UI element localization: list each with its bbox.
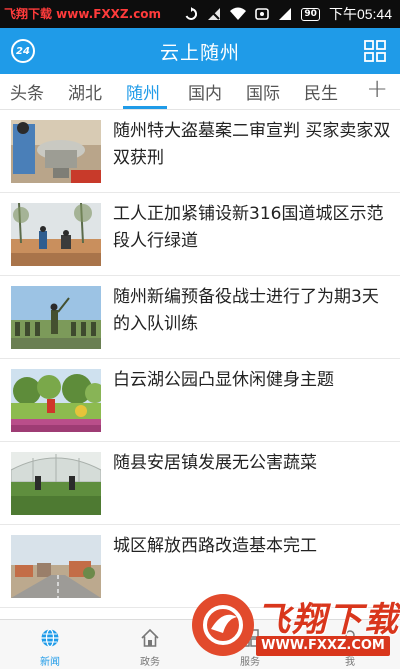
add-tab-button[interactable]: + xyxy=(366,74,388,104)
nav-label: 政务 xyxy=(140,657,160,668)
news-thumbnail xyxy=(11,452,101,515)
signal-icon xyxy=(278,7,292,21)
status-time: 下午05:44 xyxy=(328,6,392,22)
news-title: 城区解放西路改造基本完工 xyxy=(113,536,317,556)
news-thumbnail xyxy=(11,535,101,598)
tab-livelihood[interactable]: 民生 xyxy=(304,79,338,104)
app-title: 云上随州 xyxy=(159,41,240,64)
watermark-url: WWW.FXXZ.COM xyxy=(256,636,390,656)
grid-menu-icon[interactable] xyxy=(364,40,386,62)
nav-news[interactable]: 新闻 xyxy=(0,620,100,669)
news-item[interactable]: 随县安居镇发展无公害蔬菜 xyxy=(0,442,400,525)
watermark-brand: 飞翔下载 xyxy=(256,600,400,640)
tab-international[interactable]: 国际 xyxy=(246,79,280,104)
news-thumbnail xyxy=(11,286,101,349)
news-thumbnail xyxy=(11,369,101,432)
status-icons: 90 下午05:44 xyxy=(184,0,392,28)
news-item[interactable]: 工人正加紧铺设新316国道城区示范段人行绿道 xyxy=(0,193,400,276)
news-item[interactable]: 随州新编预备役战士进行了为期3天的入队训练 xyxy=(0,276,400,359)
battery-icon: 90 xyxy=(301,7,320,21)
watermark-logo xyxy=(192,594,254,656)
news-title: 随县安居镇发展无公害蔬菜 xyxy=(113,453,317,473)
news-title: 工人正加紧铺设新316国道城区示范段人行绿道 xyxy=(113,204,384,251)
status-bar: 飞翔下载 www.FXXZ.com 90 下午05:44 xyxy=(0,0,400,28)
sync-icon xyxy=(184,7,198,21)
download-site-watermark: 飞翔下载 WWW.FXXZ.COM xyxy=(192,588,398,662)
news-item[interactable]: 白云湖公园凸显休闲健身主题 xyxy=(0,359,400,442)
news-title: 随州新编预备役战士进行了为期3天的入队训练 xyxy=(113,287,379,334)
wifi-icon xyxy=(230,7,247,21)
tab-suizhou[interactable]: 随州 xyxy=(126,79,160,104)
news-title: 白云湖公园凸显休闲健身主题 xyxy=(113,370,334,390)
news-title: 随州特大盗墓案二审宣判 买家卖家双双获刑 xyxy=(113,121,391,168)
nav-government[interactable]: 政务 xyxy=(100,620,200,669)
tab-hubei[interactable]: 湖北 xyxy=(68,79,102,104)
home-icon xyxy=(141,628,159,647)
tab-domestic[interactable]: 国内 xyxy=(188,79,222,104)
active-tab-indicator xyxy=(123,106,167,109)
tab-headlines[interactable]: 头条 xyxy=(10,79,44,104)
globe-icon xyxy=(41,628,59,648)
alarm-icon xyxy=(255,7,270,21)
category-tabs: 头条 湖北 随州 国内 国际 民生 + xyxy=(0,74,400,110)
app-header: 24 云上随州 xyxy=(0,28,400,74)
status-watermark-text: 飞翔下载 www.FXXZ.com xyxy=(4,7,162,21)
news-thumbnail xyxy=(11,203,101,266)
nav-label: 新闻 xyxy=(40,657,60,668)
channel-badge[interactable]: 24 xyxy=(11,39,35,63)
news-item[interactable]: 随州特大盗墓案二审宣判 买家卖家双双获刑 xyxy=(0,110,400,193)
no-signal-icon xyxy=(207,7,221,21)
news-thumbnail xyxy=(11,120,101,183)
